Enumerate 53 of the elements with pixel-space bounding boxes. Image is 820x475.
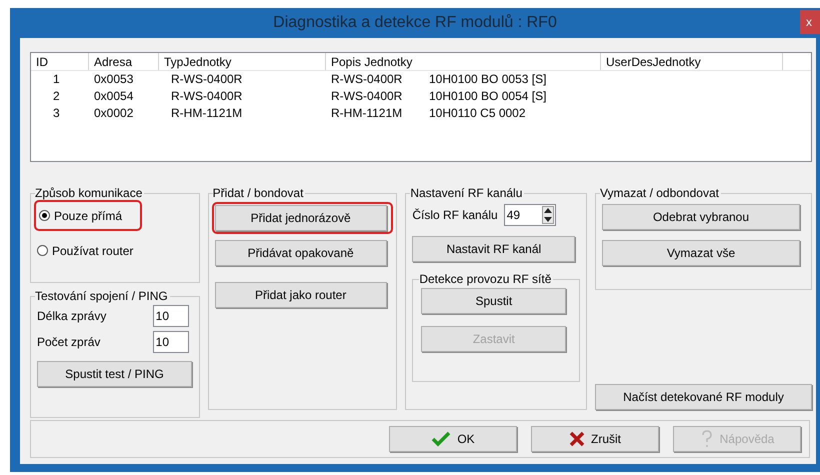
dialog-button[interactable]: Zrušit: [531, 426, 659, 452]
radio-button[interactable]: [39, 210, 50, 221]
field-label: Číslo RF kanálu: [412, 207, 498, 224]
table-cell: R-WS-0400R: [171, 71, 242, 88]
table-cell: 2: [53, 88, 60, 105]
spin-box[interactable]: 49: [504, 204, 556, 226]
dialog-button[interactable]: Přidávat opakovaně: [214, 240, 387, 266]
dialog-button[interactable]: OK: [389, 426, 517, 452]
table-cell: 1: [53, 71, 60, 88]
close-button[interactable]: x: [800, 10, 820, 34]
group-title: Přidat / bondovat: [212, 186, 304, 200]
table-cell: R-HM-1121M: [331, 105, 403, 122]
table-cell: 0x0053: [94, 71, 134, 88]
question-mark-icon: [700, 430, 714, 448]
dialog-button[interactable]: Přidat jako router: [214, 282, 387, 308]
table-cell: R-HM-1121M: [171, 105, 242, 122]
spin-arrows-icon[interactable]: [542, 206, 554, 224]
field-label: Délka zprávy: [37, 308, 106, 325]
table-cell: R-WS-0400R: [171, 88, 242, 105]
column-header[interactable]: Popis Jednotky: [326, 53, 601, 70]
radio-option[interactable]: Používat router: [37, 242, 134, 260]
cross-icon: [569, 431, 585, 447]
table-cell: 0x0054: [94, 88, 134, 105]
column-header[interactable]: Adresa: [89, 53, 159, 70]
radio-option[interactable]: Pouze přímá: [39, 206, 122, 224]
column-header[interactable]: ID: [31, 53, 89, 70]
dialog-button[interactable]: Odebrat vybranou: [602, 204, 800, 230]
window-title: Diagnostika a detekce RF modulů : RF0: [273, 13, 557, 33]
dialog-button[interactable]: Spustit test / PING: [37, 361, 192, 387]
input-field[interactable]: 10: [152, 331, 189, 353]
radio-button[interactable]: [37, 245, 48, 256]
input-field[interactable]: 10: [152, 305, 189, 327]
table-cell: 10H0100 BO 0054 [S]: [429, 88, 546, 105]
table-cell: 0x0002: [94, 105, 134, 122]
table-cell: R-WS-0400R: [331, 71, 403, 88]
table-cell: 3: [53, 105, 60, 122]
column-header[interactable]: UserDesJednotky: [601, 53, 783, 70]
table-cell: 10H0100 BO 0053 [S]: [429, 71, 546, 88]
dialog-button[interactable]: Přidat jednorázově: [214, 205, 387, 231]
checkmark-icon: [431, 431, 452, 447]
table-cell: 10H0110 C5 0002: [429, 105, 526, 122]
table-cell: R-WS-0400R: [331, 88, 403, 105]
group-title: Testování spojení / PING: [35, 289, 169, 303]
field-label: Počet zpráv: [37, 334, 100, 351]
dialog-button[interactable]: Vymazat vše: [602, 240, 800, 266]
column-header[interactable]: TypJednotky: [159, 53, 326, 70]
dialog-button[interactable]: Nastavit RF kanál: [412, 236, 576, 262]
group-title: Způsob komunikace: [35, 186, 144, 200]
group-title: Detekce provozu RF sítě: [419, 272, 552, 286]
dialog-button[interactable]: Spustit: [421, 288, 566, 314]
group-title: Vymazat / odbondovat: [600, 186, 720, 200]
dialog-button[interactable]: Načíst detekované RF moduly: [595, 384, 812, 410]
group-title: Nastavení RF kanálu: [410, 186, 524, 200]
